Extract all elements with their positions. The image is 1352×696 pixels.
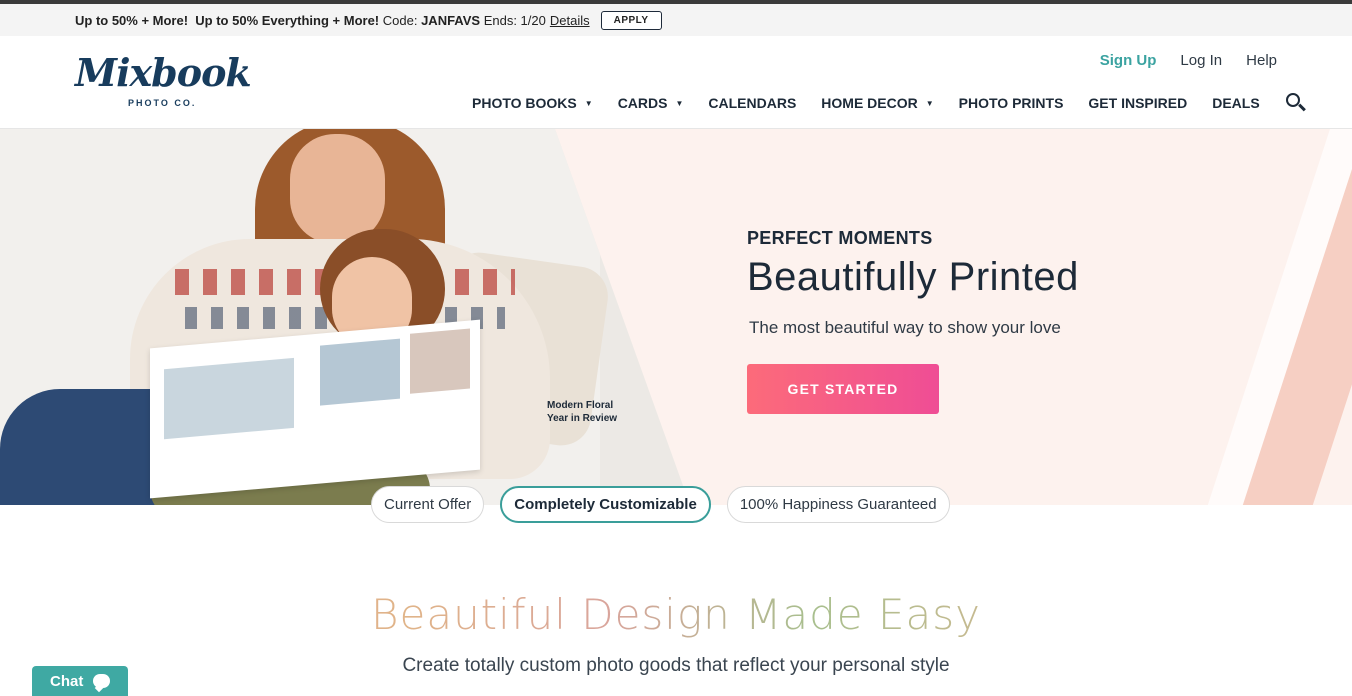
promo-code: JANFAVS: [421, 12, 481, 28]
promo-banner: Up to 50% + More! Up to 50% Everything +…: [0, 4, 1352, 36]
nav-label: CALENDARS: [708, 95, 797, 111]
get-started-button[interactable]: GET STARTED: [747, 364, 939, 414]
hero-banner: Modern Floral Year in Review PERFECT MOM…: [0, 129, 1352, 505]
hero-eyebrow: PERFECT MOMENTS: [747, 228, 933, 248]
nav-label: GET INSPIRED: [1088, 95, 1188, 111]
promo-ends: Ends: 1/20: [483, 12, 546, 28]
help-link[interactable]: Help: [1246, 52, 1277, 69]
caret-down-icon: ▼: [925, 98, 934, 108]
nav-deals[interactable]: DEALS: [1212, 95, 1259, 111]
hero-headline: Beautifully Printed: [747, 255, 1079, 299]
photo-caption: Modern Floral Year in Review: [547, 399, 617, 425]
caption-line-2: Year in Review: [547, 413, 618, 424]
nav-label: PHOTO PRINTS: [958, 95, 1064, 111]
nav-label: HOME DECOR: [821, 95, 918, 111]
nav-photo-books[interactable]: PHOTO BOOKS ▼: [472, 95, 593, 111]
promo-details-link[interactable]: Details: [550, 13, 590, 28]
nav-label: CARDS: [617, 95, 668, 111]
nav-calendars[interactable]: CALENDARS: [708, 95, 796, 111]
search-icon[interactable]: [1285, 92, 1307, 114]
nav-home-decor[interactable]: HOME DECOR ▼: [821, 95, 933, 111]
site-header: Mixbook PHOTO CO. Sign Up Log In Help PH…: [0, 36, 1352, 129]
nav-label: PHOTO BOOKS: [472, 95, 577, 111]
chat-bubble-icon: [93, 674, 111, 688]
promo-code-label: Code:: [382, 12, 418, 28]
hero-subline: The most beautiful way to show your love: [749, 318, 1061, 337]
caret-down-icon: ▼: [675, 98, 684, 108]
chat-button[interactable]: Chat: [32, 666, 128, 696]
nav-photo-prints[interactable]: PHOTO PRINTS: [959, 95, 1064, 111]
mixbook-logo[interactable]: Mixbook PHOTO CO.: [75, 50, 252, 109]
log-in-link[interactable]: Log In: [1180, 52, 1222, 69]
nav-label: DEALS: [1212, 95, 1260, 111]
tab-completely-customizable[interactable]: Completely Customizable: [500, 486, 711, 523]
caption-line-1: Modern Floral: [547, 400, 614, 411]
section-subtitle: Create totally custom photo goods that r…: [402, 655, 950, 676]
hero-copy: PERFECT MOMENTS Beautifully Printed The …: [747, 228, 1079, 414]
nav-cards[interactable]: CARDS ▼: [618, 95, 684, 111]
promo-text-1: Up to 50% + More!: [75, 12, 189, 28]
hero-photo: Modern Floral Year in Review: [0, 129, 690, 505]
apply-button[interactable]: APPLY: [600, 10, 662, 30]
chat-label: Chat: [50, 672, 84, 690]
nav-get-inspired[interactable]: GET INSPIRED: [1088, 95, 1187, 111]
value-prop-tabs: Current Offer Completely Customizable 10…: [371, 486, 950, 523]
tab-happiness-guaranteed[interactable]: 100% Happiness Guaranteed: [726, 486, 950, 523]
tab-current-offer[interactable]: Current Offer: [371, 486, 485, 523]
logo-wordmark: Mixbook: [75, 50, 252, 95]
main-nav: PHOTO BOOKS ▼ CARDS ▼ CALENDARS HOME DECOR…: [472, 92, 1307, 114]
caret-down-icon: ▼: [584, 98, 593, 108]
utility-nav: Sign Up Log In Help: [1100, 52, 1277, 69]
section-title: Beautiful Design Made Easy: [0, 590, 1352, 639]
sign-up-link[interactable]: Sign Up: [1100, 52, 1157, 69]
logo-subtitle: PHOTO CO.: [128, 98, 197, 108]
photo-book-image: [150, 319, 480, 499]
promo-text-2: Up to 50% Everything + More!: [195, 12, 380, 28]
